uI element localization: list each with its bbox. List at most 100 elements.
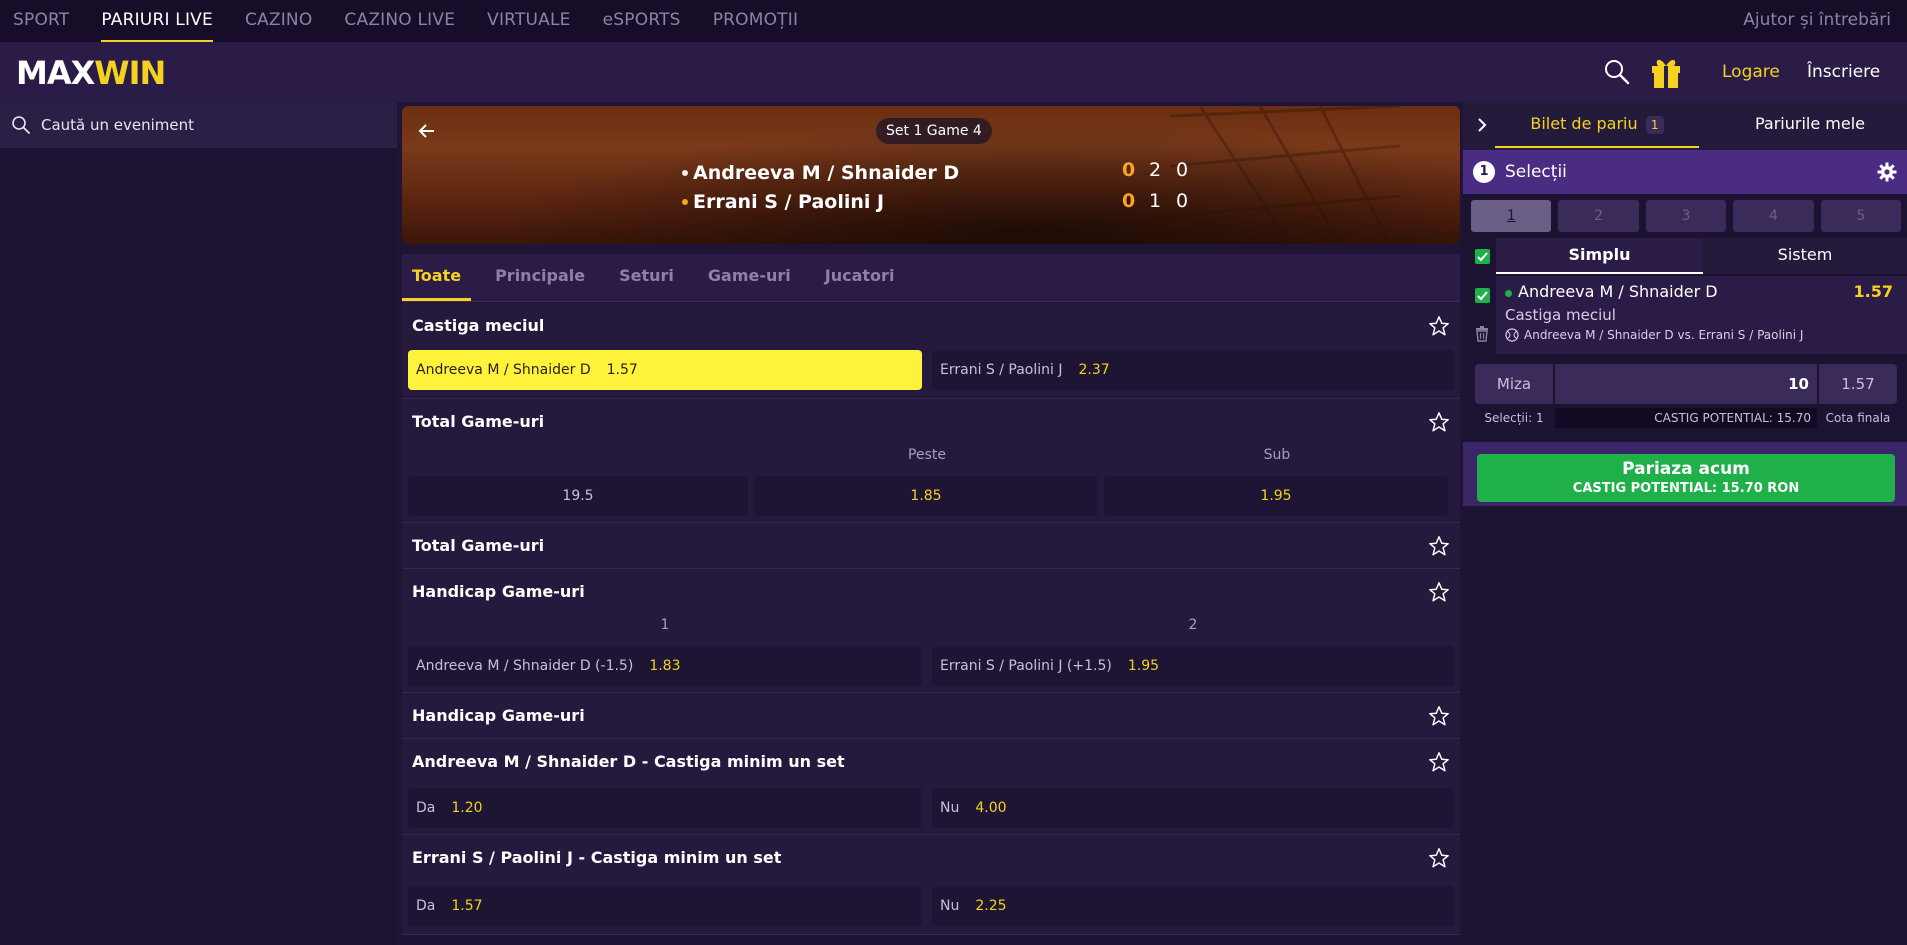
market-title: Handicap Game-uri — [412, 582, 585, 601]
market-title: Castiga meciul — [412, 316, 545, 335]
left-sidebar: Caută un eveniment — [0, 102, 397, 945]
betslip-number-4[interactable]: 4 — [1733, 200, 1814, 232]
star-icon[interactable] — [1428, 411, 1450, 433]
betslip-number-tabs: 1 2 3 4 5 — [1471, 200, 1902, 232]
tab-all[interactable]: Toate — [402, 254, 472, 301]
odd-button-selected[interactable]: Andreeva M / Shnaider D 1.57 — [408, 350, 922, 390]
odd-value: 1.83 — [649, 658, 681, 674]
odd-button[interactable]: Errani S / Paolini J 2.37 — [932, 350, 1454, 390]
place-bet-button[interactable]: Pariaza acum CASTIG POTENTIAL: 15.70 RON — [1477, 454, 1895, 502]
score-cell: 0 — [1176, 190, 1189, 212]
betslip-number-3[interactable]: 3 — [1645, 200, 1727, 232]
place-bet-label: Pariaza acum — [1622, 459, 1750, 479]
score-cell: 0 — [1122, 159, 1136, 181]
star-icon[interactable] — [1428, 315, 1450, 337]
betslip-number-2[interactable]: 2 — [1558, 200, 1639, 232]
match-banner: Set 1 Game 4 Andreeva M / Shnaider D 0 2… — [402, 106, 1460, 244]
market-total-games: Total Game-uri Peste Sub 19.5 1.85 1.95 — [402, 399, 1460, 523]
nav-item-live[interactable]: PARIURI LIVE — [101, 0, 213, 42]
market-title: Andreeva M / Shnaider D - Castiga minim … — [412, 752, 845, 771]
bullet-icon — [682, 170, 688, 176]
nav-item-sport[interactable]: SPORT — [13, 0, 69, 42]
bet-type-system[interactable]: Sistem — [1703, 238, 1907, 274]
match-content: Set 1 Game 4 Andreeva M / Shnaider D 0 2… — [402, 106, 1460, 945]
live-dot-icon — [1505, 290, 1512, 297]
odd-value: 1.95 — [1127, 658, 1160, 674]
market-team2-win-set: Errani S / Paolini J - Castiga minim un … — [402, 835, 1460, 935]
odd-value: 1.20 — [451, 800, 483, 816]
market-tabs: Toate Principale Seturi Game-uri Jucator… — [402, 254, 1460, 302]
selections-label: Selecții — [1505, 162, 1567, 182]
market-total-games-collapsed[interactable]: Total Game-uri — [402, 523, 1460, 569]
team1-scores: 0 2 0 — [1122, 159, 1242, 187]
tab-betslip[interactable]: Bilet de pariu 1 — [1495, 102, 1699, 148]
odd-button[interactable]: Nu 2.25 — [932, 886, 1454, 926]
star-icon[interactable] — [1428, 535, 1450, 557]
betslip-panel: Bilet de pariu 1 Pariurile mele 1 Selecți… — [1463, 102, 1907, 945]
search-placeholder: Caută un eveniment — [41, 116, 195, 134]
event-search-input[interactable]: Caută un eveniment — [0, 102, 397, 148]
nav-item-esports[interactable]: eSPORTS — [603, 0, 681, 42]
odd-value: 1.95 — [1260, 488, 1292, 504]
arrow-left-icon[interactable] — [416, 120, 438, 142]
bet-selection-card: Andreeva M / Shnaider D 1.57 Castiga mec… — [1496, 276, 1907, 354]
column-header-over: Peste — [908, 447, 946, 463]
betslip-number-5[interactable]: 5 — [1820, 200, 1902, 232]
nav-item-virtual[interactable]: VIRTUALE — [487, 0, 571, 42]
gift-icon[interactable] — [1648, 54, 1684, 90]
help-link[interactable]: Ajutor și întrebări — [1743, 0, 1891, 40]
tennis-ball-icon — [1505, 328, 1519, 342]
star-icon[interactable] — [1428, 581, 1450, 603]
score-cell: 0 — [1122, 190, 1136, 212]
odd-button[interactable]: Nu 4.00 — [932, 788, 1454, 828]
nav-item-casino-live[interactable]: CAZINO LIVE — [344, 0, 455, 42]
stake-input[interactable]: 10 — [1555, 364, 1817, 404]
odd-value: 1.57 — [451, 898, 483, 914]
odd-button[interactable]: Da 1.57 — [408, 886, 922, 926]
trash-icon[interactable] — [1475, 326, 1489, 342]
potential-win-info: CASTIG POTENTIAL: 15.70 — [1555, 408, 1817, 428]
tab-games[interactable]: Game-uri — [698, 254, 801, 301]
odd-value: 1.85 — [910, 488, 942, 504]
chevron-right-icon[interactable] — [1475, 116, 1489, 134]
odd-button[interactable]: Errani S / Paolini J (+1.5) 1.95 — [932, 646, 1454, 686]
star-icon[interactable] — [1428, 705, 1450, 727]
check-icon[interactable] — [1475, 249, 1490, 264]
score-cell: 2 — [1149, 159, 1162, 181]
bet-type-single[interactable]: Simplu — [1496, 238, 1703, 274]
register-link[interactable]: Înscriere — [1807, 42, 1880, 102]
maxwin-logo[interactable]: MAX WIN — [16, 54, 166, 92]
search-icon[interactable] — [1603, 58, 1631, 86]
odd-label: Andreeva M / Shnaider D (-1.5) — [416, 658, 634, 674]
final-odd-info: Cota finala — [1825, 411, 1891, 425]
logo-max-text: MAX — [16, 54, 95, 92]
nav-item-casino[interactable]: CAZINO — [245, 0, 312, 42]
odd-button[interactable]: 1.95 — [1104, 476, 1448, 516]
odd-button[interactable]: Da 1.20 — [408, 788, 922, 828]
tab-sets[interactable]: Seturi — [609, 254, 684, 301]
serve-indicator-icon — [682, 199, 688, 205]
tab-main[interactable]: Principale — [485, 254, 595, 301]
score-cell: 1 — [1149, 190, 1162, 212]
tab-my-bets[interactable]: Pariurile mele — [1713, 102, 1907, 148]
login-link[interactable]: Logare — [1722, 42, 1780, 102]
odd-label: Andreeva M / Shnaider D — [416, 362, 591, 378]
team2-scores: 0 1 0 — [1122, 190, 1242, 218]
odd-button[interactable]: Andreeva M / Shnaider D (-1.5) 1.83 — [408, 646, 922, 686]
tab-players[interactable]: Jucatori — [815, 254, 905, 301]
final-odd-value: 1.57 — [1819, 364, 1897, 404]
betslip-number-1[interactable]: 1 — [1471, 200, 1552, 232]
bet-selection-odd: 1.57 — [1853, 282, 1893, 301]
market-team1-win-set: Andreeva M / Shnaider D - Castiga minim … — [402, 739, 1460, 835]
column-header-2: 2 — [1188, 617, 1198, 633]
check-icon[interactable] — [1475, 288, 1490, 303]
odd-button[interactable]: 1.85 — [754, 476, 1098, 516]
nav-item-promotions[interactable]: PROMOȚII — [713, 0, 799, 42]
bet-selection-name: Andreeva M / Shnaider D — [1518, 282, 1718, 301]
star-icon[interactable] — [1428, 847, 1450, 869]
gear-icon[interactable] — [1877, 162, 1897, 182]
logo-win-text: WIN — [94, 54, 166, 92]
star-icon[interactable] — [1428, 751, 1450, 773]
market-handicap-games-collapsed[interactable]: Handicap Game-uri — [402, 693, 1460, 739]
score-cell: 0 — [1176, 159, 1189, 181]
